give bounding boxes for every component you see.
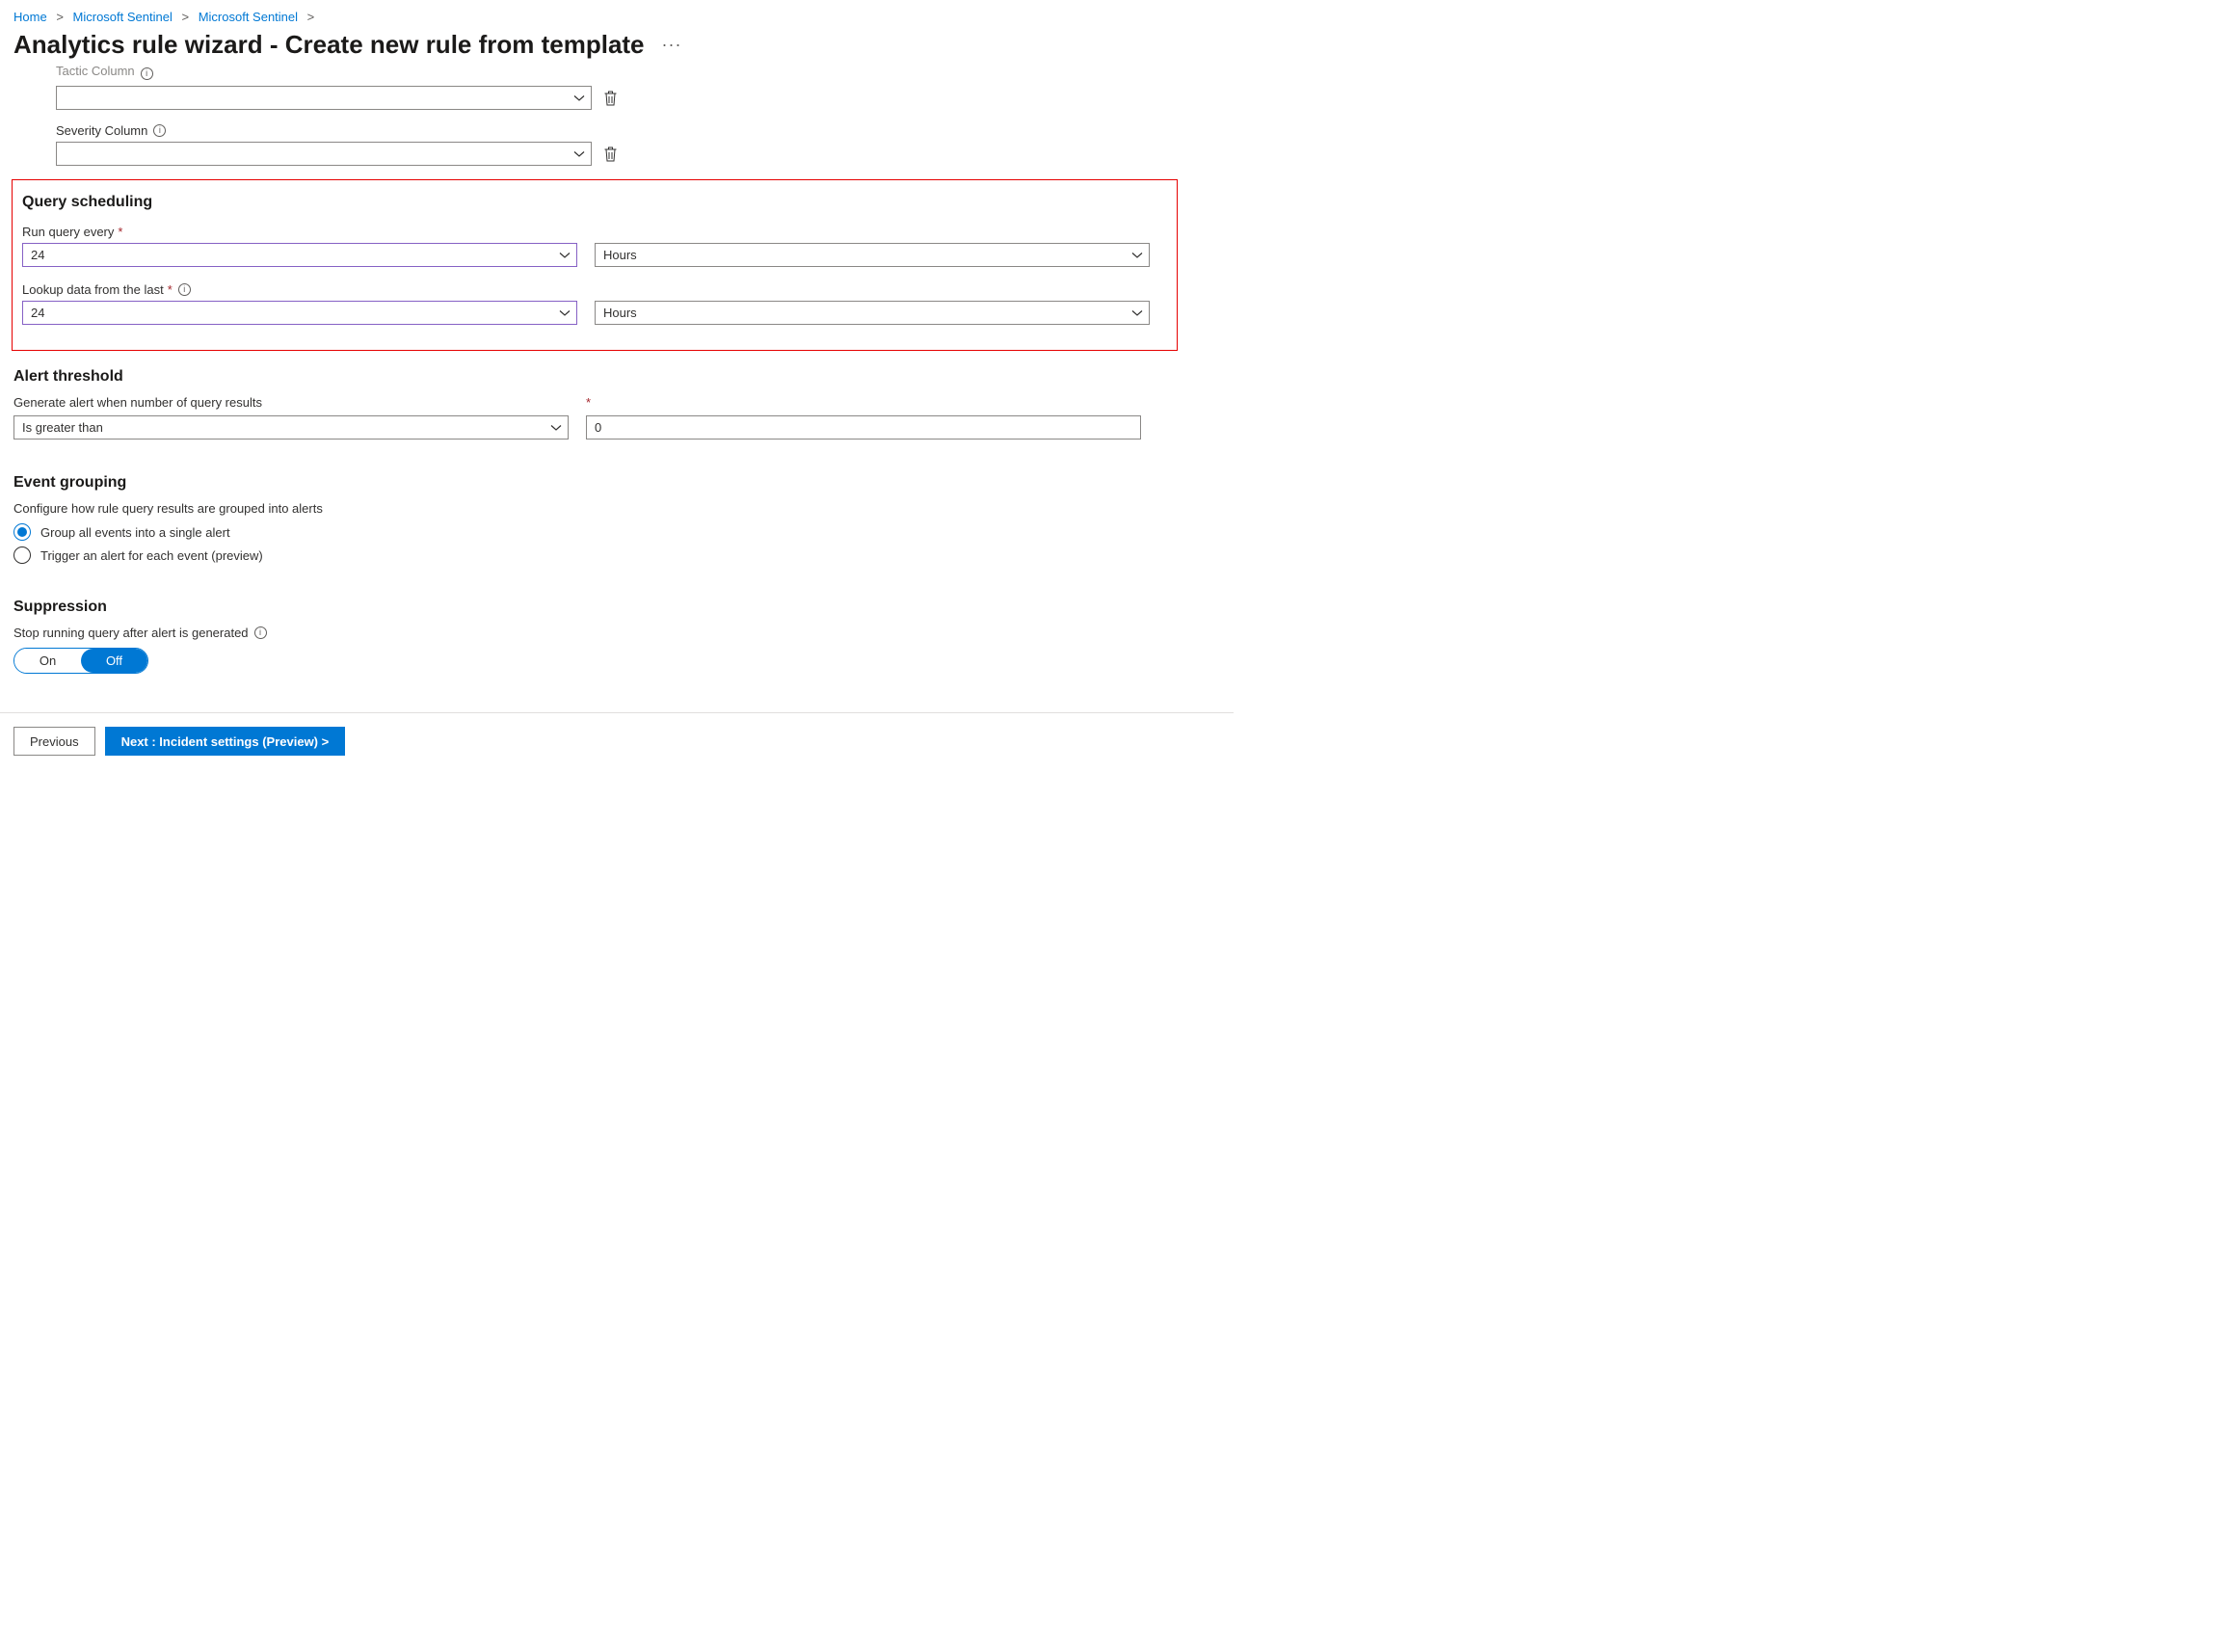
- threshold-label: Generate alert when number of query resu…: [13, 395, 569, 410]
- breadcrumb-sentinel-1[interactable]: Microsoft Sentinel: [73, 10, 173, 24]
- info-icon[interactable]: i: [178, 283, 191, 296]
- threshold-operator-select[interactable]: Is greater than: [13, 415, 569, 440]
- suppression-toggle[interactable]: On Off: [13, 648, 148, 674]
- footer-bar: Previous Next : Incident settings (Previ…: [0, 712, 1234, 769]
- page-title: Analytics rule wizard - Create new rule …: [13, 30, 645, 60]
- delete-severity-button[interactable]: [601, 145, 620, 164]
- tactic-column-label: Tactic Column: [56, 64, 135, 78]
- run-query-label: Run query every: [22, 225, 114, 239]
- chevron-down-icon: [573, 148, 585, 160]
- breadcrumb-sentinel-2[interactable]: Microsoft Sentinel: [199, 10, 298, 24]
- chevron-right-icon: >: [56, 10, 64, 24]
- breadcrumb-home[interactable]: Home: [13, 10, 47, 24]
- lookup-value-input[interactable]: 24: [22, 301, 577, 325]
- toggle-on[interactable]: On: [14, 649, 81, 673]
- chevron-down-icon: [550, 422, 562, 434]
- alert-threshold-heading: Alert threshold: [13, 368, 1220, 386]
- info-icon[interactable]: i: [254, 626, 267, 639]
- run-query-unit-select[interactable]: Hours: [595, 243, 1150, 267]
- toggle-off[interactable]: Off: [81, 649, 147, 673]
- required-indicator: *: [118, 225, 122, 239]
- lookup-unit-select[interactable]: Hours: [595, 301, 1150, 325]
- lookup-data-label: Lookup data from the last: [22, 282, 164, 297]
- radio-unselected-icon: [13, 546, 31, 564]
- delete-tactic-button[interactable]: [601, 89, 620, 108]
- tactic-column-select[interactable]: [56, 86, 592, 110]
- previous-button[interactable]: Previous: [13, 727, 95, 756]
- chevron-down-icon: [1131, 250, 1143, 261]
- severity-column-label: Severity Column: [56, 123, 147, 138]
- chevron-right-icon: >: [307, 10, 315, 24]
- chevron-down-icon: [1131, 307, 1143, 319]
- more-actions-button[interactable]: ···: [658, 31, 686, 59]
- info-icon[interactable]: i: [153, 124, 166, 137]
- required-indicator: *: [168, 282, 173, 297]
- grouping-option-single[interactable]: Group all events into a single alert: [13, 523, 1220, 541]
- radio-selected-icon: [13, 523, 31, 541]
- chevron-right-icon: >: [181, 10, 189, 24]
- suppression-label: Stop running query after alert is genera…: [13, 626, 249, 640]
- event-grouping-description: Configure how rule query results are gro…: [13, 501, 1220, 516]
- query-scheduling-section: Query scheduling Run query every * 24 Ho…: [12, 179, 1178, 351]
- query-scheduling-heading: Query scheduling: [22, 194, 1167, 211]
- breadcrumb: Home > Microsoft Sentinel > Microsoft Se…: [0, 0, 1234, 30]
- info-icon[interactable]: i: [141, 67, 153, 80]
- required-indicator: *: [586, 395, 591, 410]
- chevron-down-icon: [559, 250, 571, 261]
- threshold-value-input[interactable]: 0: [586, 415, 1141, 440]
- suppression-heading: Suppression: [13, 599, 1220, 616]
- chevron-down-icon: [573, 93, 585, 104]
- event-grouping-heading: Event grouping: [13, 474, 1220, 492]
- chevron-down-icon: [559, 307, 571, 319]
- next-button[interactable]: Next : Incident settings (Preview) >: [105, 727, 346, 756]
- grouping-option-each[interactable]: Trigger an alert for each event (preview…: [13, 546, 1220, 564]
- run-query-value-input[interactable]: 24: [22, 243, 577, 267]
- severity-column-select[interactable]: [56, 142, 592, 166]
